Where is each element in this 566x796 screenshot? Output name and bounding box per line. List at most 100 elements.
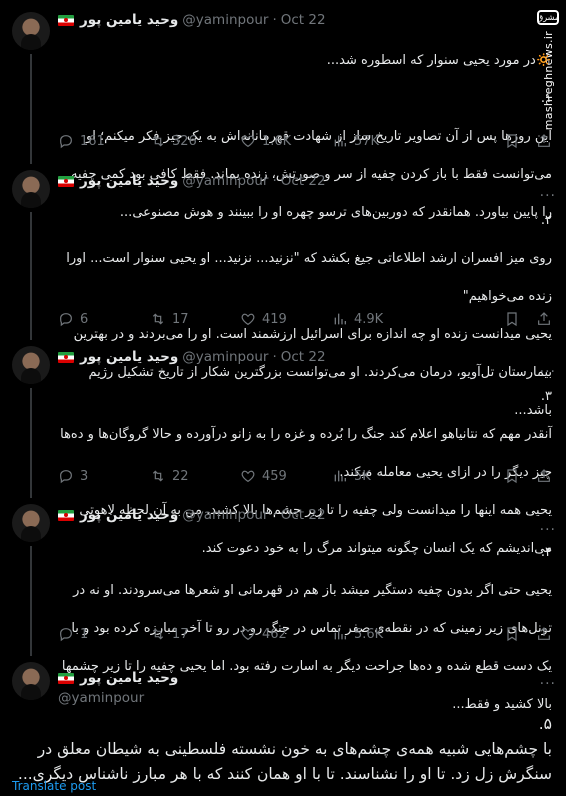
repost-count: 22	[172, 468, 189, 484]
tweet-header: وحید یامین پور @yaminpour · Oct 22	[58, 10, 326, 30]
like-button[interactable]: 1.6K	[240, 133, 332, 149]
thread-line	[30, 388, 32, 498]
views-icon	[334, 470, 346, 482]
repost-count: 17	[172, 626, 189, 642]
iran-flag-icon	[58, 175, 74, 187]
avatar[interactable]	[12, 346, 50, 384]
author-name[interactable]: وحید یامین پور	[80, 349, 178, 365]
bookmark-icon[interactable]	[504, 133, 520, 149]
reply-icon	[60, 470, 72, 484]
author-name[interactable]: وحید یامین پور	[80, 670, 178, 686]
avatar[interactable]	[12, 170, 50, 208]
reply-button[interactable]: 1	[58, 626, 150, 642]
post-date[interactable]: Oct 22	[281, 12, 326, 28]
body-line: آنقدر مهم که نتانیاهو اعلام کند جنگ را ب…	[60, 427, 552, 442]
reply-icon	[60, 313, 72, 327]
reply-count: 3	[80, 468, 89, 484]
repost-button[interactable]: 17	[150, 311, 240, 327]
author-name[interactable]: وحید یامین پور	[80, 12, 178, 28]
repost-count: 17	[172, 311, 189, 327]
reply-button[interactable]: 6	[58, 311, 150, 327]
author-name-row: وحید یامین پور	[58, 668, 178, 688]
repost-button[interactable]: 326	[150, 133, 240, 149]
action-bar: 3 22 459 5K	[58, 467, 552, 485]
bookmark-icon[interactable]	[504, 311, 520, 327]
body-line: 🔅در مورد یحیی سنوار که اسطوره شد...	[326, 53, 552, 68]
author-handle[interactable]: @yaminpour	[182, 173, 268, 189]
share-icon[interactable]	[536, 626, 552, 642]
avatar[interactable]	[12, 12, 50, 50]
body-line: ۲.	[540, 213, 552, 228]
separator-dot: ·	[272, 349, 277, 365]
body-line: ۴.	[540, 545, 552, 560]
action-right-group	[504, 626, 552, 642]
more-options-icon[interactable]: ···	[540, 676, 556, 692]
action-right-group	[504, 468, 552, 484]
views-icon	[334, 313, 346, 325]
like-count: 462	[262, 626, 287, 642]
action-bar: 6 17 419 4.9K	[58, 310, 552, 328]
repost-button[interactable]: 17	[150, 626, 240, 642]
action-bar: 1 17 462 5.6K	[58, 625, 552, 643]
reply-button[interactable]: 161	[58, 133, 150, 149]
author-handle[interactable]: @yaminpour	[182, 12, 268, 28]
bookmark-icon[interactable]	[504, 468, 520, 484]
watermark-logo: مشرق	[537, 10, 559, 25]
separator-dot: ·	[272, 12, 277, 28]
post-date[interactable]: Oct 22	[281, 173, 326, 189]
body-line: ۳.	[540, 389, 552, 404]
author-handle[interactable]: @yaminpour	[58, 688, 178, 708]
body-line: یحیی حتی اگر بدون چفیه دستگیر میشد باز ه…	[73, 583, 552, 598]
action-bar: 161 326 1.6K 57K	[58, 132, 552, 150]
repost-icon	[152, 628, 164, 640]
avatar[interactable]	[12, 504, 50, 542]
action-right-group	[504, 133, 552, 149]
like-button[interactable]: 462	[240, 626, 332, 642]
views-icon	[334, 135, 346, 147]
reply-count: 1	[80, 626, 89, 642]
iran-flag-icon	[58, 509, 74, 521]
repost-icon	[152, 135, 164, 147]
post-date[interactable]: Oct 22	[281, 507, 326, 523]
reply-count: 6	[80, 311, 89, 327]
repost-button[interactable]: 22	[150, 468, 240, 484]
bookmark-icon[interactable]	[504, 626, 520, 642]
thread-line	[30, 54, 32, 164]
share-icon[interactable]	[536, 311, 552, 327]
like-count: 419	[262, 311, 287, 327]
heart-icon	[241, 313, 255, 326]
views-count: 5K	[354, 468, 371, 484]
author-name[interactable]: وحید یامین پور	[80, 507, 178, 523]
post-date[interactable]: Oct 22	[281, 349, 326, 365]
views-button[interactable]: 5K	[332, 468, 426, 484]
author-handle[interactable]: @yaminpour	[182, 507, 268, 523]
tweet-body: ۵. با چشم‌هایی شبیه همه‌ی چشم‌های به خون…	[12, 712, 552, 787]
share-icon[interactable]	[536, 468, 552, 484]
thread-line	[30, 212, 32, 340]
reply-icon	[60, 135, 72, 149]
tweet-header: وحید یامین پور @yaminpour · Oct 22	[58, 347, 326, 367]
like-count: 1.6K	[262, 133, 292, 149]
iran-flag-icon	[58, 351, 74, 363]
author-name[interactable]: وحید یامین پور	[80, 173, 178, 189]
views-button[interactable]: 4.9K	[332, 311, 426, 327]
views-button[interactable]: 5.6K	[332, 626, 426, 642]
heart-icon	[241, 135, 255, 148]
reply-button[interactable]: 3	[58, 468, 150, 484]
views-icon	[334, 628, 346, 640]
iran-flag-icon	[58, 14, 74, 26]
author-handle[interactable]: @yaminpour	[182, 349, 268, 365]
body-line: روی میز افسران ارشد اطلاعاتی جیغ بکشد که…	[66, 251, 552, 266]
like-button[interactable]: 459	[240, 468, 332, 484]
body-line: زنده می‌خواهیم"	[462, 289, 552, 304]
share-icon[interactable]	[536, 133, 552, 149]
repost-count: 326	[172, 133, 197, 149]
action-right-group	[504, 311, 552, 327]
views-button[interactable]: 57K	[332, 133, 426, 149]
like-button[interactable]: 419	[240, 311, 332, 327]
thread-line	[30, 546, 32, 656]
repost-icon	[152, 313, 164, 325]
translate-post-link[interactable]: Translate post	[12, 779, 96, 793]
separator-dot: ·	[272, 507, 277, 523]
avatar[interactable]	[12, 662, 50, 700]
